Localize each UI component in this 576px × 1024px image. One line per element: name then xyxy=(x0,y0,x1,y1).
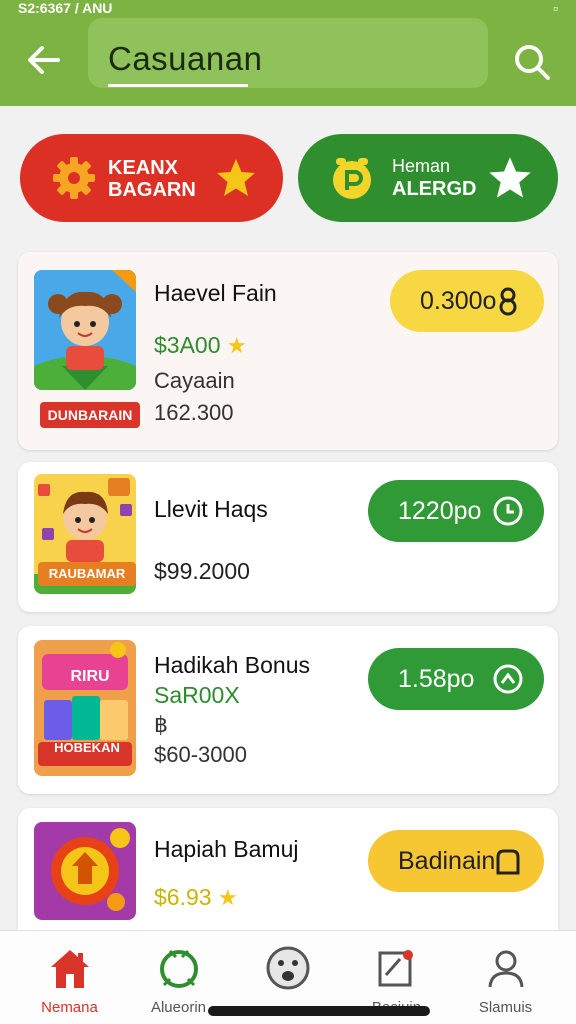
offer-price-value: $6.93 xyxy=(154,884,212,910)
offer-price: $99.2000 xyxy=(154,558,250,584)
promo-green-line2: ALERGD xyxy=(392,178,477,200)
clock-badge-icon xyxy=(333,158,371,199)
star-icon: ★ xyxy=(217,885,238,910)
gear-icon xyxy=(53,157,95,199)
character-illustration xyxy=(34,270,136,390)
arrow-left-icon xyxy=(28,46,60,74)
offer-thumbnail xyxy=(34,822,136,920)
star-icon: ★ xyxy=(226,333,247,358)
smiley-icon xyxy=(266,946,310,990)
currency-symbol: ฿ xyxy=(154,712,168,737)
offer-title: Hapiah Bamuj xyxy=(154,836,299,862)
document-icon xyxy=(378,950,413,987)
claim-button-label: 0.300o xyxy=(420,287,497,315)
home-indicator xyxy=(208,1006,430,1016)
clock-icon xyxy=(493,496,523,526)
timer-icon xyxy=(493,664,523,694)
offer-price: $3A00 ★ xyxy=(154,332,247,359)
offer-title: Llevit Haqs xyxy=(154,496,268,522)
offer-price: SaR00X xyxy=(154,682,240,708)
offer-card[interactable]: RAUBAMAR Llevit Haqs $99.2000 1220po xyxy=(18,462,558,612)
back-button[interactable] xyxy=(22,38,66,82)
claim-button[interactable]: 0.300o xyxy=(390,270,544,332)
offer-title: Hadikah Bonus xyxy=(154,652,310,678)
star-icon xyxy=(489,157,531,198)
claim-button-label: 1220po xyxy=(398,497,482,525)
status-bar: S2:6367 / ANU ▫ xyxy=(0,0,576,16)
offer-thumbnail xyxy=(34,640,136,776)
star-icon xyxy=(217,159,255,196)
claim-button[interactable]: 1220po xyxy=(368,480,544,542)
profile-icon xyxy=(488,950,524,988)
nav-label: Slamuis xyxy=(478,999,533,1016)
bonus-illustration xyxy=(34,640,136,776)
promo-red-line1: KEANX xyxy=(108,157,179,179)
thumbnail-banner: RAUBAMAR xyxy=(38,562,136,586)
thumbnail-banner: DUNBARAIN xyxy=(40,402,140,428)
search-cursor-underline xyxy=(108,84,248,87)
offer-card[interactable]: DUNBARAIN Haevel Fain $3A00 ★ Cayaain 16… xyxy=(18,252,558,450)
home-icon xyxy=(51,950,89,988)
offer-card[interactable]: Hapiah Bamuj $6.93 ★ Badinain xyxy=(18,808,558,948)
coin-stack-icon xyxy=(499,287,517,316)
thumbnail-top-label: RIRU xyxy=(70,668,110,685)
thumbnail-banner: HOBEKAN xyxy=(54,740,120,755)
status-text: S2:6367 / ANU xyxy=(18,0,113,16)
offer-subtitle: Cayaain xyxy=(154,368,235,393)
bag-icon xyxy=(496,849,520,875)
offer-card[interactable]: RIRU HOBEKAN Hadikah Bonus SaR00X ฿ $60-… xyxy=(18,626,558,794)
search-button[interactable] xyxy=(508,38,556,86)
status-icons: ▫ xyxy=(553,0,558,16)
promo-button-red[interactable]: KEANX BAGARN xyxy=(20,134,283,222)
badge-illustration xyxy=(34,822,136,920)
promo-button-green[interactable]: Heman ALERGD xyxy=(298,134,558,222)
nav-item-profile[interactable]: Slamuis xyxy=(448,931,563,1024)
offer-count: $60-3000 xyxy=(154,742,247,767)
search-icon xyxy=(515,45,550,80)
circle-arrow-icon xyxy=(160,949,198,988)
offer-price-value: $3A00 xyxy=(154,332,221,358)
nav-item-home[interactable]: Nemana xyxy=(12,931,127,1024)
claim-button[interactable]: 1.58po xyxy=(368,648,544,710)
claim-button[interactable]: Badinain xyxy=(368,830,544,892)
offer-count: 162.300 xyxy=(154,400,234,425)
promo-red-line2: BAGARN xyxy=(108,179,196,201)
offer-thumbnail xyxy=(34,270,136,390)
claim-button-label: 1.58po xyxy=(398,665,475,693)
search-input[interactable]: Casuanan xyxy=(108,40,262,78)
offer-title: Haevel Fain xyxy=(154,280,277,306)
claim-button-label: Badinain xyxy=(398,847,496,875)
offer-price: $6.93 ★ xyxy=(154,884,238,911)
nav-label: Nemana xyxy=(41,999,98,1016)
promo-green-line1: Heman xyxy=(392,156,451,176)
